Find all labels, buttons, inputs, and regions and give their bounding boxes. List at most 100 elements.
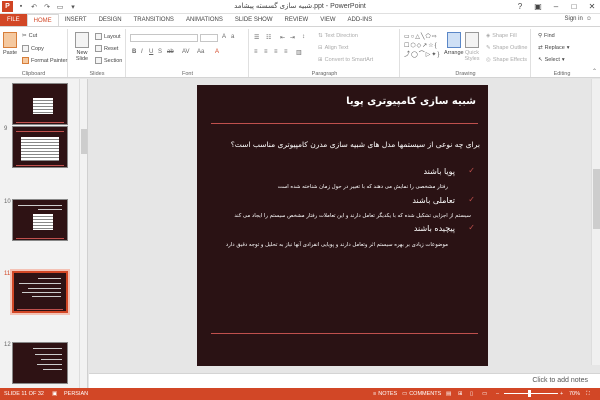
bullet-heading[interactable]: تعاملی باشند <box>412 196 455 205</box>
maximize-button[interactable]: □ <box>568 1 580 12</box>
arrange-button[interactable]: Arrange <box>444 32 464 56</box>
quick-styles-button[interactable]: Quick Styles <box>463 32 481 62</box>
strikethrough-icon[interactable]: ab <box>167 49 174 55</box>
change-case-icon[interactable]: Aa <box>197 49 204 55</box>
comments-toggle[interactable]: ▭ COMMENTS <box>402 391 441 397</box>
tab-slide-show[interactable]: SLIDE SHOW <box>229 14 279 26</box>
zoom-slider[interactable] <box>504 393 558 394</box>
replace-button[interactable]: ⇄ Replace ▾ <box>538 45 570 51</box>
bullet-body[interactable]: سیستم از اجزایی تشکیل شده که با یکدیگر ت… <box>234 213 471 219</box>
section-button[interactable]: Section <box>95 57 122 64</box>
collapse-ribbon-icon[interactable]: ⌃ <box>592 68 597 75</box>
font-size-combobox[interactable] <box>200 34 218 42</box>
paste-button[interactable]: Paste <box>3 32 17 56</box>
zoom-level[interactable]: 70% <box>569 391 580 397</box>
decrease-indent-icon[interactable]: ⇤ <box>280 34 285 41</box>
tab-file[interactable]: FILE <box>0 14 27 26</box>
tab-review[interactable]: REVIEW <box>279 14 315 26</box>
notes-toggle[interactable]: ≡ NOTES <box>373 391 397 397</box>
tab-add-ins[interactable]: ADD-INS <box>342 14 379 26</box>
convert-smartart-button[interactable]: ⊞ Convert to SmartArt <box>318 57 373 63</box>
tab-view[interactable]: VIEW <box>314 14 341 26</box>
font-name-combobox[interactable] <box>130 34 198 42</box>
bold-icon[interactable]: B <box>132 49 136 55</box>
scrollbar-thumb[interactable] <box>81 129 87 154</box>
current-slide[interactable]: شبیه سازی کامپیوتری پویا برای چه نوعی از… <box>197 85 488 366</box>
slide-thumbnails-pane[interactable]: 9 10 11 12 <box>0 79 88 388</box>
notes-icon: ≡ <box>373 391 377 397</box>
layout-button[interactable]: Layout <box>95 33 121 40</box>
shape-fill-button[interactable]: ◈ Shape Fill <box>486 33 517 39</box>
shadow-icon[interactable]: S <box>158 49 162 55</box>
layout-icon <box>95 33 102 40</box>
sign-in-link[interactable]: Sign in ☺ <box>565 16 593 22</box>
bullet-heading[interactable]: پیچیده باشند <box>414 224 455 233</box>
tab-animations[interactable]: ANIMATIONS <box>180 14 229 26</box>
align-center-icon[interactable]: ≡ <box>264 49 268 55</box>
help-button[interactable]: ? <box>514 1 526 12</box>
tab-transitions[interactable]: TRANSITIONS <box>128 14 180 26</box>
reading-view-icon[interactable]: ▯ <box>470 391 473 397</box>
find-button[interactable]: ⚲ Find <box>538 33 555 39</box>
increase-font-icon[interactable]: A <box>222 34 226 40</box>
numbering-icon[interactable]: ☷ <box>266 34 271 41</box>
notes-pane[interactable]: Click to add notes <box>89 373 600 388</box>
copy-button[interactable]: Copy <box>22 45 44 52</box>
slideshow-view-icon[interactable]: ▭ <box>482 391 487 397</box>
slide-thumbnail-12[interactable] <box>12 342 68 384</box>
scrollbar-thumb[interactable] <box>593 169 600 229</box>
slide-thumbnail-11-selected[interactable] <box>10 269 70 315</box>
italic-icon[interactable]: I <box>141 49 143 55</box>
align-right-icon[interactable]: ≡ <box>274 49 278 55</box>
align-left-icon[interactable]: ≡ <box>254 49 258 55</box>
quick-styles-icon <box>465 32 479 48</box>
slide-editing-canvas[interactable]: شبیه سازی کامپیوتری پویا برای چه نوعی از… <box>89 79 600 373</box>
zoom-out-button[interactable]: – <box>496 391 499 397</box>
increase-indent-icon[interactable]: ⇥ <box>290 34 295 41</box>
zoom-in-button[interactable]: + <box>560 391 563 397</box>
close-button[interactable]: ✕ <box>586 1 598 12</box>
select-button[interactable]: ↖ Select ▾ <box>538 57 565 63</box>
tab-design[interactable]: DESIGN <box>93 14 128 26</box>
bullet-body[interactable]: رفتار مشخصی را نمایش می دهند که با تغییر… <box>278 184 448 190</box>
font-color-icon[interactable]: A <box>215 49 219 55</box>
ribbon-display-options-icon[interactable]: ▣ <box>532 1 544 12</box>
notes-placeholder[interactable]: Click to add notes <box>532 377 588 384</box>
shape-outline-button[interactable]: ✎ Shape Outline <box>486 45 527 51</box>
bullet-body[interactable]: موضوعات زیادی بر بهره سیستم اثر وتعامل د… <box>226 242 448 248</box>
slide-thumbnail-10[interactable] <box>12 199 68 241</box>
slide-thumbnail-9[interactable] <box>12 126 68 168</box>
reset-button[interactable]: Reset <box>95 45 118 52</box>
spell-check-icon[interactable]: ▣ <box>52 391 57 397</box>
line-spacing-icon[interactable]: ↕ <box>302 34 305 40</box>
slide-sorter-icon[interactable]: ⊞ <box>458 391 463 397</box>
format-painter-button[interactable]: Format Painter <box>22 57 67 64</box>
bullet-heading[interactable]: پویا باشند <box>423 167 455 176</box>
cut-button[interactable]: ✂ Cut <box>22 33 37 39</box>
tab-insert[interactable]: INSERT <box>59 14 93 26</box>
zoom-slider-thumb[interactable] <box>528 390 531 397</box>
effects-icon: ◎ <box>486 57 491 63</box>
text-direction-button[interactable]: ⇅ Text Direction <box>318 33 358 39</box>
underline-icon[interactable]: U <box>149 49 153 55</box>
character-spacing-icon[interactable]: AV <box>182 49 190 55</box>
minimize-button[interactable]: – <box>550 1 562 12</box>
slide-thumbnail-8[interactable] <box>12 83 68 125</box>
columns-icon[interactable]: ▥ <box>296 49 302 56</box>
slide-title[interactable]: شبیه سازی کامپیوتری پویا <box>346 96 476 107</box>
new-slide-button[interactable]: New Slide <box>72 32 92 62</box>
justify-icon[interactable]: ≡ <box>284 49 288 55</box>
shape-effects-button[interactable]: ◎ Shape Effects <box>486 57 527 63</box>
decrease-font-icon[interactable]: a <box>231 34 234 40</box>
normal-view-icon[interactable]: ▤ <box>446 391 451 397</box>
bullets-icon[interactable]: ☰ <box>254 34 259 41</box>
tab-home[interactable]: HOME <box>26 14 59 26</box>
thumbnails-scrollbar[interactable] <box>79 79 87 388</box>
shapes-gallery[interactable]: ▭○△╲⬠⇨ ☐⬡◇↗☆{⤴◯⌒▷✦} <box>404 33 442 61</box>
language-indicator[interactable]: PERSIAN <box>64 391 88 397</box>
slide-question[interactable]: برای چه نوعی از سیستمها مدل های شبیه ساز… <box>231 140 480 149</box>
paragraph-group: ☰ ☷ ⇤ ⇥ ↕ ≡ ≡ ≡ ≡ ▥ ⇅ Text Direction ⊟ Ali… <box>250 29 400 77</box>
canvas-scrollbar[interactable] <box>591 79 600 365</box>
fit-to-window-icon[interactable]: ⛶ <box>586 391 590 398</box>
align-text-button[interactable]: ⊟ Align Text <box>318 45 348 51</box>
